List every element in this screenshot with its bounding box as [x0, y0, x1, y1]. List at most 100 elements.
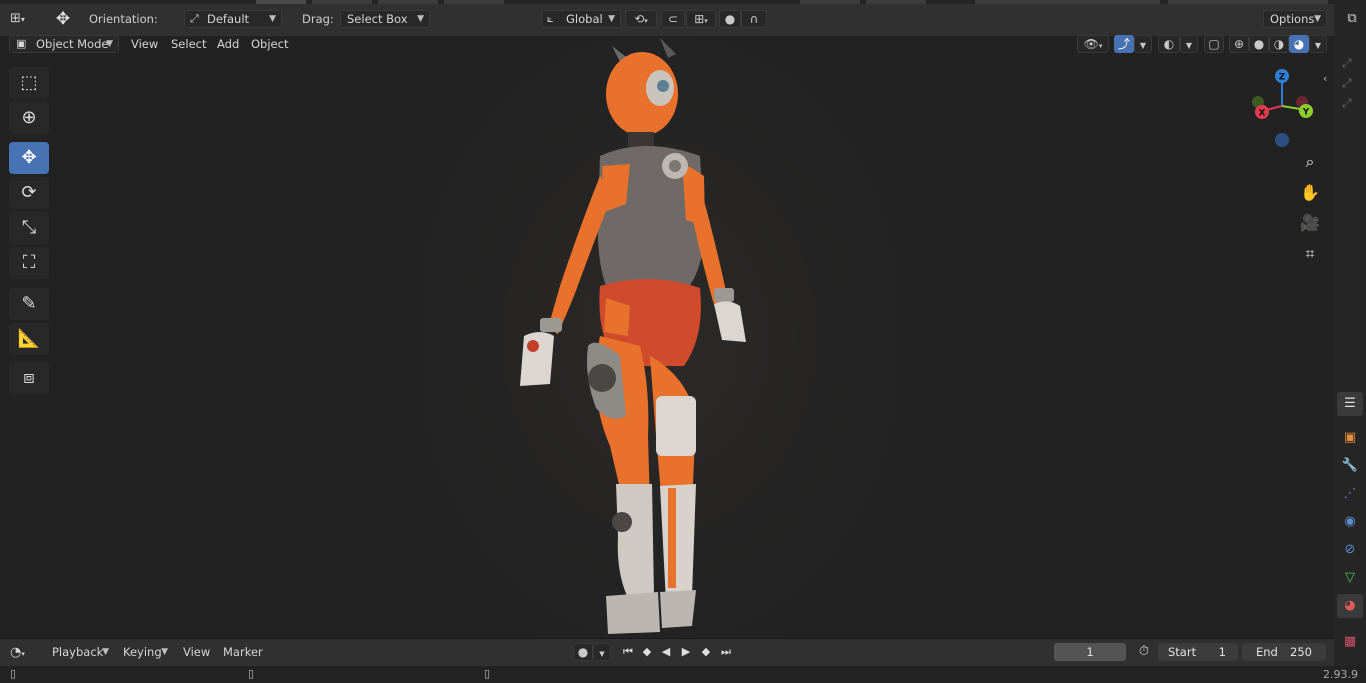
cursor-tool-icon[interactable]: ⊕ — [9, 102, 49, 134]
workspace-tab[interactable] — [378, 0, 438, 4]
back-unit-core — [669, 160, 681, 172]
add-cube-tool-icon[interactable]: ⧈ — [9, 362, 49, 394]
object-data-icon[interactable]: ▽ — [1337, 566, 1363, 590]
character-model[interactable] — [500, 36, 760, 638]
camera-view-icon[interactable]: 🎥 — [1297, 210, 1323, 236]
object-mode-icon: ▣ — [16, 37, 27, 50]
palm-emitter — [527, 340, 539, 352]
menu-object[interactable]: Object — [245, 35, 294, 53]
chevron-down-icon: ▼ — [161, 647, 168, 657]
xray-icon[interactable]: ▢ — [1204, 35, 1224, 53]
play-reverse-icon[interactable]: ◀ — [657, 643, 675, 661]
wireframe-shading-icon[interactable]: ⊕ — [1229, 35, 1249, 53]
timeline-menu-view[interactable]: View — [177, 643, 216, 661]
visibility-icon[interactable]: 👁▾ — [1077, 35, 1109, 53]
start-frame-field[interactable]: Start 1 — [1158, 643, 1238, 661]
move-tool-icon: ✥ — [55, 9, 71, 29]
shading-menu-icon[interactable]: ▼ — [1309, 35, 1327, 53]
jump-keyframe-forward-icon[interactable]: ◆ — [697, 643, 715, 661]
overlays-menu-icon[interactable]: ▼ — [1180, 35, 1198, 53]
workspace-tab[interactable] — [800, 0, 860, 4]
menu-view[interactable]: View — [125, 35, 164, 53]
material-tab-icon[interactable]: ◕ — [1337, 594, 1363, 618]
workspace-tab[interactable] — [312, 0, 372, 4]
playback-label: Playback — [52, 645, 104, 659]
play-icon[interactable]: ▶ — [677, 643, 695, 661]
drag-label: Drag: — [302, 12, 334, 26]
end-frame-field[interactable]: End 250 — [1242, 643, 1326, 661]
editor-type-icon[interactable]: ⊞▾ — [10, 10, 40, 28]
workspace-tab[interactable] — [444, 0, 504, 4]
end-label: End — [1256, 645, 1278, 659]
jump-keyframe-back-icon[interactable]: ◆ — [638, 643, 656, 661]
outliner-restrict-icon[interactable]: ⤢ — [1342, 96, 1352, 111]
outliner-restrict-icon[interactable]: ⤢ — [1342, 56, 1352, 71]
gizmo-toggle-icon[interactable]: ⤴ — [1114, 35, 1134, 53]
pan-hand-icon[interactable]: ✋ — [1297, 180, 1323, 206]
keying-menu[interactable]: Keying ▼ — [116, 643, 174, 661]
current-frame-field[interactable]: 1 — [1054, 643, 1126, 661]
menu-select[interactable]: Select — [165, 35, 212, 53]
transform-orientation-dropdown[interactable]: ⟀ Global ▼ — [541, 10, 621, 28]
menu-add[interactable]: Add — [211, 35, 245, 53]
modifier-wrench-icon[interactable]: 🔧 — [1337, 454, 1363, 478]
timeline-menu-marker[interactable]: Marker — [217, 643, 269, 661]
gizmo-neg-z[interactable] — [1275, 133, 1289, 147]
rendered-shading-icon[interactable]: ◕ — [1289, 35, 1309, 53]
gizmo-menu-icon[interactable]: ▼ — [1134, 35, 1152, 53]
timeline-editor-icon[interactable]: ◔▾ — [10, 644, 38, 662]
orientation-dropdown[interactable]: ⤢ Default ▼ — [184, 10, 282, 28]
right-boot — [660, 590, 696, 628]
scale-tool-icon[interactable]: ⤡ — [9, 212, 49, 244]
scene-selector[interactable] — [975, 0, 1160, 4]
select-box-tool-icon[interactable]: ⬚ — [9, 67, 49, 99]
auto-keying-record-icon[interactable]: ● — [573, 643, 593, 661]
snap-toggle-icon[interactable]: ⊂ — [661, 10, 685, 28]
gizmo-z-label: Z — [1279, 73, 1286, 83]
sidebar-toggle-icon[interactable]: ‹ — [1323, 72, 1327, 85]
physics-icon[interactable]: ◉ — [1337, 510, 1363, 534]
material-shading-icon[interactable]: ◑ — [1269, 35, 1289, 53]
start-label: Start — [1168, 645, 1197, 659]
outliner-restrict-icon[interactable]: ⤢ — [1342, 76, 1352, 91]
texture-checker-icon[interactable]: ▦ — [1337, 630, 1363, 654]
outliner-toggle-icon[interactable]: ⧉ — [1342, 9, 1362, 29]
falloff-icon[interactable]: ∩ — [741, 10, 767, 28]
knee-joint — [612, 512, 632, 532]
pivot-point-icon[interactable]: ⟲▾ — [625, 10, 657, 28]
jump-start-icon[interactable]: ⏮ — [619, 643, 637, 661]
workspace-tab[interactable] — [866, 0, 926, 4]
thigh-vent — [588, 364, 616, 392]
stopwatch-icon[interactable]: ⏱ — [1134, 643, 1154, 661]
solid-shading-icon[interactable]: ● — [1249, 35, 1269, 53]
annotate-tool-icon[interactable]: ✎ — [9, 288, 49, 320]
particles-icon[interactable]: ⋰ — [1337, 482, 1363, 506]
constraints-icon[interactable]: ⊘ — [1337, 538, 1363, 562]
mouse-left-icon: ▯ — [10, 667, 17, 680]
navigation-gizmo[interactable]: Z Y X — [1248, 66, 1318, 150]
start-value: 1 — [1218, 645, 1226, 659]
proportional-edit-icon[interactable]: ● — [719, 10, 741, 28]
jump-end-icon[interactable]: ⏭ — [717, 643, 735, 661]
auto-keying-menu-icon[interactable]: ▼ — [593, 643, 611, 661]
rotate-tool-icon[interactable]: ⟳ — [9, 177, 49, 209]
options-label: Options — [1270, 12, 1315, 26]
status-bar — [0, 666, 1366, 683]
workspace-tab-active[interactable] — [256, 0, 306, 4]
options-dropdown[interactable]: Options ▼ — [1263, 10, 1327, 28]
perspective-grid-icon[interactable]: ⌗ — [1297, 241, 1323, 267]
overlays-icon[interactable]: ◐ — [1158, 35, 1180, 53]
orientation-value: Default — [207, 12, 250, 26]
playback-menu[interactable]: Playback ▼ — [45, 643, 115, 661]
drag-dropdown[interactable]: Select Box ▼ — [340, 10, 430, 28]
mode-dropdown[interactable]: ▣ Object Mode ▼ — [9, 35, 119, 53]
zoom-icon[interactable]: ⌕ — [1297, 149, 1323, 175]
object-tab-icon[interactable]: ▣ — [1337, 426, 1363, 450]
transform-tool-icon[interactable]: ⛶ — [9, 247, 49, 279]
view-layer-selector[interactable] — [1168, 0, 1328, 4]
chevron-down-icon: ▼ — [608, 14, 615, 24]
snap-target-icon[interactable]: ⊞▾ — [686, 10, 716, 28]
move-tool-icon[interactable]: ✥ — [9, 142, 49, 174]
tool-settings-tab-icon[interactable]: ☰ — [1337, 392, 1363, 416]
measure-tool-icon[interactable]: 📐 — [9, 323, 49, 355]
